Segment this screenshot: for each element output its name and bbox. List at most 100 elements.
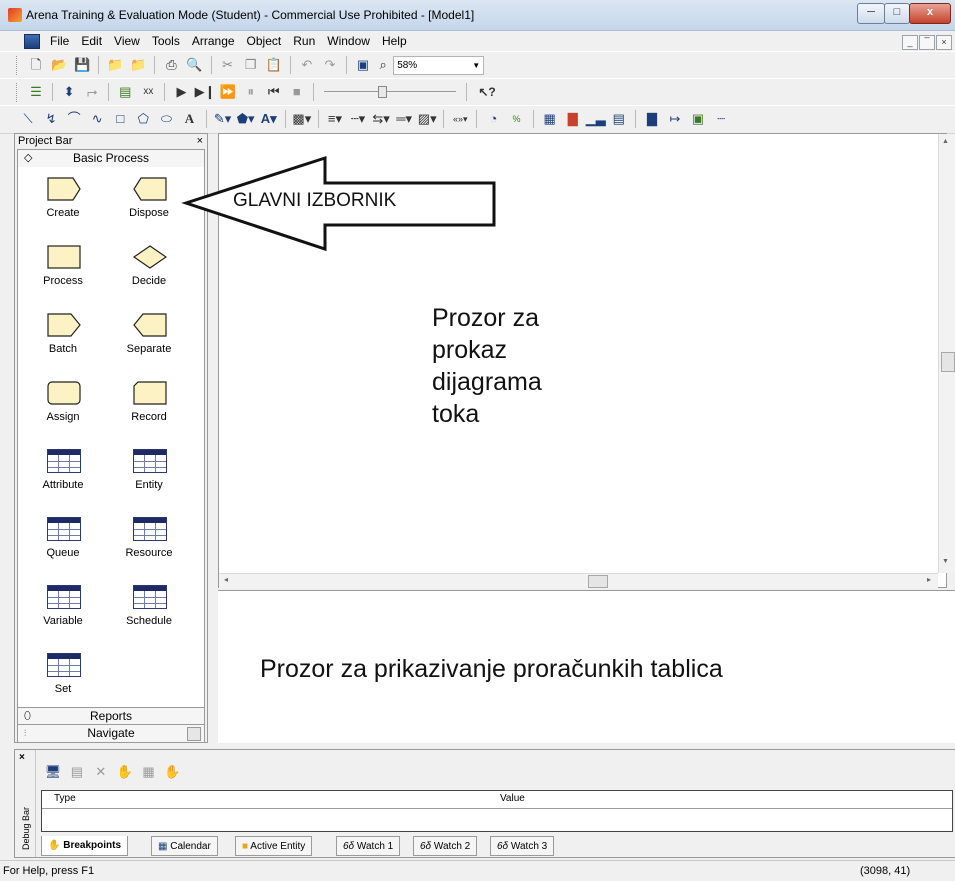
- histogram-icon[interactable]: %: [507, 109, 527, 129]
- scroll-up-icon[interactable]: ▲: [942, 138, 949, 145]
- help-pointer-icon[interactable]: ↖?: [473, 82, 501, 102]
- arrow-style-icon[interactable]: ⇆▾: [371, 109, 391, 129]
- vertical-scrollbar[interactable]: ▲ ▼: [938, 134, 955, 573]
- module-entity[interactable]: Entity: [106, 443, 192, 503]
- line-width-icon[interactable]: ≡▾: [325, 109, 345, 129]
- disable-breakpoint-icon[interactable]: ✋: [115, 762, 135, 782]
- navigate-panel-header[interactable]: ⫶ Navigate: [17, 724, 205, 743]
- bar-chart-icon[interactable]: ▇: [563, 109, 583, 129]
- view-region-icon[interactable]: ▣: [353, 55, 373, 75]
- connect-icon[interactable]: ⬍: [59, 82, 79, 102]
- fast-forward-icon[interactable]: ⏩: [218, 82, 238, 102]
- level-icon[interactable]: ▦: [540, 109, 560, 129]
- plot-icon[interactable]: ▁▃: [586, 109, 606, 129]
- mdi-close-button[interactable]: ×: [936, 35, 952, 50]
- basic-process-panel-header[interactable]: ◇ Basic Process: [17, 149, 205, 168]
- module-set[interactable]: Set: [20, 647, 106, 707]
- arena-app-icon[interactable]: [8, 8, 22, 22]
- open-folder-icon[interactable]: 📂: [49, 55, 69, 75]
- polygon-icon[interactable]: ⬠: [133, 109, 153, 129]
- print-icon[interactable]: ⎙: [161, 55, 181, 75]
- tab-watch-1[interactable]: 6δ Watch 1: [336, 836, 401, 856]
- tab-watch-3[interactable]: 6δ Watch 3: [490, 836, 555, 856]
- menu-edit[interactable]: Edit: [75, 31, 108, 51]
- zoom-select[interactable]: 58% ▼: [393, 55, 485, 75]
- fill-pattern-icon[interactable]: ▨▾: [417, 109, 437, 129]
- pause-icon[interactable]: ⏸: [241, 82, 261, 102]
- go-icon[interactable]: ▶: [172, 82, 192, 102]
- horizontal-scroll-thumb[interactable]: [588, 575, 608, 588]
- vertical-scroll-thumb[interactable]: [941, 352, 955, 372]
- value-column-header[interactable]: Value: [500, 793, 525, 804]
- mdi-minimize-button[interactable]: _: [902, 35, 918, 50]
- menu-view[interactable]: View: [108, 31, 146, 51]
- menu-tools[interactable]: Tools: [146, 31, 186, 51]
- delete-breakpoint-icon[interactable]: ✕: [91, 762, 111, 782]
- arc-icon[interactable]: ⌒: [64, 109, 84, 129]
- module-variable[interactable]: Variable: [20, 579, 106, 639]
- new-file-icon[interactable]: 🗋: [26, 55, 46, 75]
- polyline-icon[interactable]: ↯: [41, 109, 61, 129]
- bezier-icon[interactable]: ∿: [87, 109, 107, 129]
- print-preview-icon[interactable]: 🔍: [185, 55, 205, 75]
- close-icon[interactable]: ×: [19, 752, 25, 763]
- pie-chart-icon[interactable]: ◔: [483, 109, 503, 129]
- mdi-restore-button[interactable]: ̅: [919, 35, 935, 50]
- template-detach-icon[interactable]: 📁: [128, 55, 148, 75]
- zoom-icon[interactable]: ⌕: [376, 55, 390, 75]
- module-record[interactable]: Record: [106, 375, 192, 435]
- template-attach-icon[interactable]: 📁: [105, 55, 125, 75]
- type-column-header[interactable]: Type: [54, 793, 76, 804]
- spreadsheet-view[interactable]: Prozor za prikazivanje proračunkih tabli…: [218, 590, 955, 743]
- document-icon[interactable]: [24, 34, 40, 49]
- module-attribute[interactable]: Attribute: [20, 443, 106, 503]
- break-hand-icon[interactable]: ✋: [162, 762, 182, 782]
- line-style-icon[interactable]: ┄▾: [348, 109, 368, 129]
- step-icon[interactable]: ▶❙: [195, 82, 216, 102]
- menu-help[interactable]: Help: [376, 31, 413, 51]
- save-icon[interactable]: 💾: [72, 55, 92, 75]
- menu-run[interactable]: Run: [287, 31, 321, 51]
- animate-icon[interactable]: ▤: [115, 82, 135, 102]
- tab-calendar[interactable]: ▦ Calendar: [151, 836, 218, 856]
- breakpoint-properties-icon[interactable]: ▤: [67, 762, 87, 782]
- menu-window[interactable]: Window: [321, 31, 376, 51]
- menu-object[interactable]: Object: [241, 31, 288, 51]
- run-setup-icon[interactable]: xx: [138, 82, 158, 102]
- module-create[interactable]: Create: [20, 171, 106, 231]
- text-icon[interactable]: A: [179, 109, 199, 129]
- line-icon[interactable]: ⟍: [18, 109, 38, 129]
- horizontal-scrollbar[interactable]: ◂ ▸: [219, 573, 938, 588]
- show-dimensions-icon[interactable]: «»▾: [450, 109, 470, 129]
- close-icon[interactable]: ×: [197, 134, 203, 148]
- tab-breakpoints[interactable]: ✋ Breakpoints: [41, 836, 129, 856]
- end-icon[interactable]: ■: [287, 82, 307, 102]
- clear-breakpoints-icon[interactable]: ▦: [139, 762, 159, 782]
- module-batch[interactable]: Batch: [20, 307, 106, 367]
- thumbnail-icon[interactable]: [187, 727, 201, 741]
- menu-file[interactable]: File: [44, 31, 75, 51]
- queue-animation-icon[interactable]: ▇: [642, 109, 662, 129]
- minimize-button[interactable]: ─: [857, 3, 885, 24]
- breakpoints-table[interactable]: Type Value: [41, 790, 953, 832]
- tab-watch-2[interactable]: 6δ Watch 2: [413, 836, 478, 856]
- toolbar-grip[interactable]: [16, 56, 20, 75]
- scroll-left-icon[interactable]: ◂: [224, 575, 228, 584]
- station-icon[interactable]: ▣: [688, 109, 708, 129]
- start-over-icon[interactable]: ⏮: [264, 82, 284, 102]
- module-queue[interactable]: Queue: [20, 511, 106, 571]
- scroll-right-icon[interactable]: ▸: [927, 575, 931, 584]
- cut-icon[interactable]: ✂: [218, 55, 238, 75]
- module-schedule[interactable]: Schedule: [106, 579, 192, 639]
- close-button[interactable]: x: [909, 3, 951, 24]
- copy-icon[interactable]: ❐: [241, 55, 261, 75]
- tab-active-entity[interactable]: ■ Active Entity: [235, 836, 313, 856]
- route-icon[interactable]: ↦: [665, 109, 685, 129]
- text-color-icon[interactable]: A▾: [259, 109, 279, 129]
- toolbar-grip[interactable]: [16, 83, 20, 102]
- box-icon[interactable]: □: [110, 109, 130, 129]
- module-assign[interactable]: Assign: [20, 375, 106, 435]
- module-resource[interactable]: Resource: [106, 511, 192, 571]
- add-breakpoint-icon[interactable]: 🖥: [43, 762, 63, 782]
- submodel-icon[interactable]: ⮣: [82, 82, 102, 102]
